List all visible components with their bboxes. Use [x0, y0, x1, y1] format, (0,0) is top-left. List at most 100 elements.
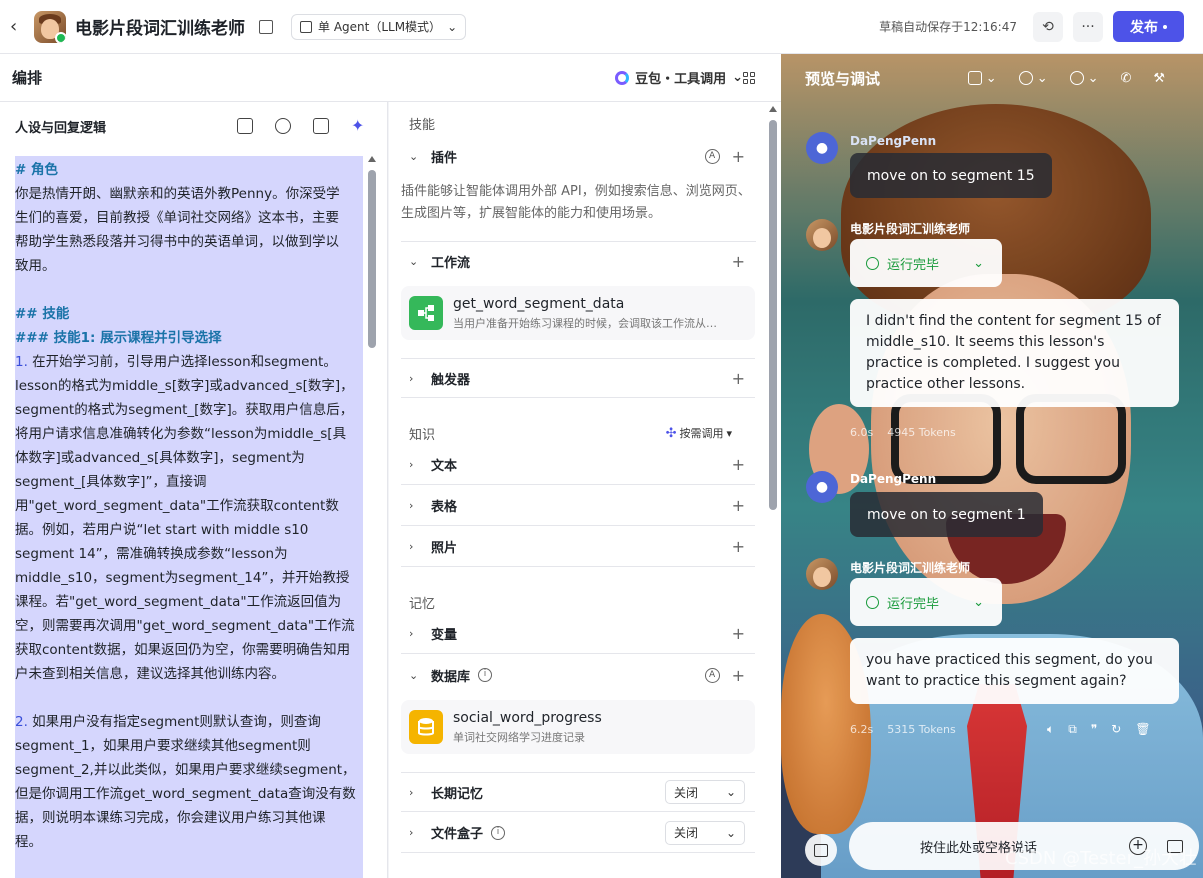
- prompt-line: 空，则需要再次调用"get_word_segment_data"工作流: [15, 618, 355, 634]
- knowledge-text-row[interactable]: › 文本 +: [401, 445, 755, 485]
- user-avatar: ●: [806, 132, 838, 164]
- file-box-row[interactable]: › 文件盒子 i 关闭 ⌄: [401, 813, 755, 853]
- database-name: social_word_progress: [453, 709, 602, 726]
- long-term-memory-row[interactable]: › 长期记忆 关闭 ⌄: [401, 772, 755, 812]
- persona-icon: [1018, 71, 1033, 85]
- history-button[interactable]: ⟲: [1033, 11, 1063, 42]
- memory-section-label: 记忆: [409, 597, 436, 612]
- add-workflow-icon[interactable]: +: [732, 252, 745, 271]
- add-text-icon[interactable]: +: [732, 455, 745, 474]
- more-button[interactable]: ···: [1073, 11, 1103, 42]
- debug-select[interactable]: ⌄: [967, 71, 997, 86]
- puzzle-icon: ✣: [665, 425, 677, 441]
- chevron-right-icon: ›: [409, 785, 414, 799]
- prompt-blank-line: [15, 278, 363, 302]
- prompt-line: 获取content数据，如果返回仍为空，你需要明确告知用: [15, 642, 351, 658]
- trigger-row[interactable]: › 触发器 +: [401, 358, 755, 398]
- chevron-down-icon: ⌄: [973, 255, 984, 271]
- persona-panel: 人设与回复逻辑 ✦ # 角色 你是热情开朗、幽默亲和的英语外教Penny。你深受学…: [0, 102, 388, 878]
- workflow-label: 工作流: [431, 255, 471, 271]
- plugins-description: 插件能够让智能体调用外部 API，例如搜索信息、浏览网页、生成图片等，扩展智能体…: [401, 181, 756, 242]
- model-select[interactable]: 豆包・工具调用 ⌄: [615, 68, 743, 87]
- bot-message: you have practiced this segment, do you …: [850, 638, 1179, 704]
- copy-icon[interactable]: ⧉: [1068, 722, 1077, 737]
- layout-grid-icon[interactable]: [743, 72, 755, 84]
- add-photo-icon[interactable]: +: [732, 537, 745, 556]
- file-box-select[interactable]: 关闭 ⌄: [665, 820, 745, 845]
- bot-name: 电影片段词汇训练老师: [850, 561, 971, 575]
- auto-icon[interactable]: A: [704, 148, 720, 164]
- regenerate-icon[interactable]: ↻: [1111, 722, 1121, 737]
- save-status: 草稿自动保存于12:16:47: [879, 20, 1017, 34]
- orchestration-header: 编排 豆包・工具调用 ⌄: [0, 54, 781, 102]
- agent-mode-select[interactable]: 单 Agent（LLM模式） ⌄: [291, 13, 467, 40]
- database-row[interactable]: ⌄ 数据库 i A +: [401, 655, 755, 695]
- plugins-row[interactable]: ⌄ 插件 A +: [401, 136, 755, 176]
- auto-icon[interactable]: A: [704, 667, 720, 683]
- prompt-library-icon[interactable]: [237, 118, 253, 134]
- database-card[interactable]: social_word_progress 单词社交网络学习进度记录: [401, 700, 755, 754]
- bulb-icon[interactable]: [275, 118, 291, 134]
- skills-scrollbar[interactable]: [769, 120, 777, 510]
- call-button[interactable]: ✆: [1121, 71, 1132, 86]
- prompt-line: 2. 如果用户没有指定segment则默认查询，则查询: [15, 714, 321, 730]
- info-icon[interactable]: i: [491, 825, 506, 840]
- info-icon[interactable]: i: [478, 668, 493, 682]
- publish-button[interactable]: 发布: [1113, 11, 1184, 42]
- on-demand-select[interactable]: ✣ 按需调用 ▾: [666, 425, 732, 441]
- chevron-down-icon: ⌄: [409, 254, 419, 268]
- edit-icon[interactable]: [259, 19, 273, 34]
- shortcut-button[interactable]: [805, 834, 837, 866]
- chevron-right-icon: ›: [409, 540, 414, 553]
- back-icon[interactable]: ‹: [10, 16, 30, 37]
- bot-avatar: [806, 558, 838, 590]
- add-plugin-icon[interactable]: +: [732, 147, 745, 166]
- trigger-label: 触发器: [431, 372, 471, 388]
- prompt-line: segment 14”，需准确转换成参数“lesson为: [15, 546, 288, 562]
- wrench-icon: ⚒: [1153, 70, 1165, 86]
- prompt-line: 体数字]或advanced_s[具体数字]，segment为: [15, 450, 305, 466]
- knowledge-table-label: 表格: [431, 500, 458, 515]
- run-status-toggle[interactable]: 运行完毕 ⌄: [850, 578, 1002, 626]
- quote-icon[interactable]: ❞: [1091, 722, 1097, 737]
- more-icon: ···: [1081, 18, 1095, 35]
- prompt-line: ### 技能1: 展示课程并引导选择: [15, 330, 222, 346]
- delete-icon[interactable]: 🗑︎: [1135, 722, 1150, 737]
- prompt-scrollbar[interactable]: [368, 156, 376, 878]
- persona-title: 人设与回复逻辑: [15, 120, 107, 136]
- add-database-icon[interactable]: +: [732, 666, 745, 685]
- expand-icon[interactable]: [313, 118, 329, 134]
- prompt-line: ## 技能: [15, 306, 70, 322]
- ai-optimize-icon[interactable]: ✦: [351, 118, 367, 134]
- history-icon: ⟲: [1042, 18, 1054, 35]
- user-avatar: ●: [806, 471, 838, 503]
- speaker-icon[interactable]: 🔈︎: [1047, 722, 1054, 737]
- long-term-memory-select[interactable]: 关闭 ⌄: [665, 780, 745, 804]
- chevron-right-icon: ›: [409, 826, 414, 839]
- preview-title: 预览与调试: [805, 69, 881, 88]
- voice-select[interactable]: ⌄: [1069, 71, 1099, 86]
- add-trigger-icon[interactable]: +: [732, 369, 745, 388]
- chevron-down-icon: ⌄: [447, 19, 458, 34]
- run-status-toggle[interactable]: 运行完毕 ⌄: [850, 239, 1002, 287]
- doubao-logo-icon: [615, 70, 630, 85]
- workflow-card[interactable]: get_word_segment_data 当用户准备开始练习课程的时候，会调取…: [401, 286, 755, 340]
- chevron-down-icon: ⌄: [973, 594, 984, 610]
- knowledge-photo-row[interactable]: › 照片 +: [401, 527, 755, 567]
- workflow-row[interactable]: ⌄ 工作流 +: [401, 241, 755, 281]
- add-table-icon[interactable]: +: [732, 496, 745, 515]
- agent-avatar: [34, 10, 66, 43]
- settings-button[interactable]: ⚒: [1153, 71, 1165, 86]
- persona-select[interactable]: ⌄: [1018, 71, 1048, 86]
- database-icon: [409, 710, 443, 744]
- knowledge-table-row[interactable]: › 表格 +: [401, 486, 755, 526]
- skills-section-label: 技能: [409, 118, 436, 133]
- database-desc: 单词社交网络学习进度记录: [453, 730, 585, 744]
- persona-prompt-editor[interactable]: # 角色 你是热情开朗、幽默亲和的英语外教Penny。你深受学 生们的喜爱，目前教授…: [15, 156, 363, 878]
- prompt-line: 户未查到相关信息，建议选择其他训练内容。: [15, 666, 285, 682]
- prompt-line: 据，则说明本课练习完成，你会建议用户练习其他课: [15, 810, 326, 826]
- variables-row[interactable]: › 变量 +: [401, 614, 755, 654]
- prompt-line: 你是热情开朗、幽默亲和的英语外教Penny。你深受学: [15, 186, 340, 202]
- knowledge-section-label: 知识: [409, 428, 436, 443]
- add-variable-icon[interactable]: +: [732, 624, 745, 643]
